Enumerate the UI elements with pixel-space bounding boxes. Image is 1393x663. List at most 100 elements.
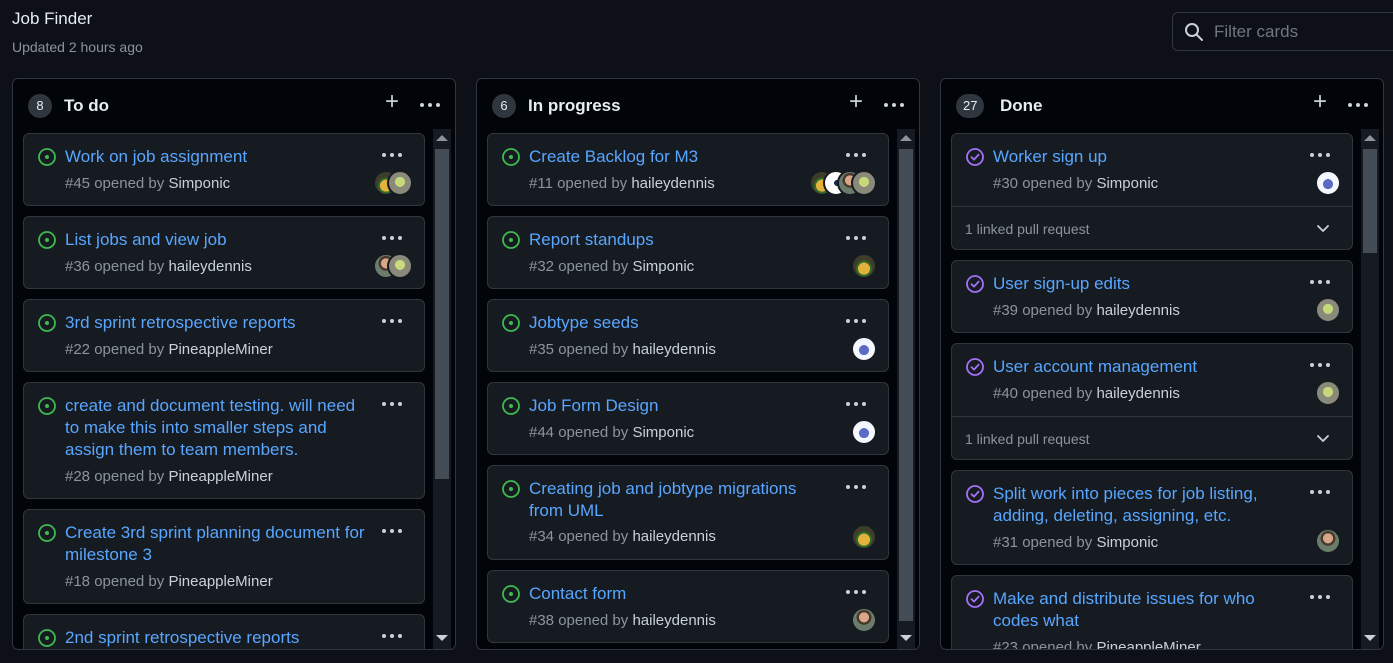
card-title[interactable]: Worker sign up [993,146,1293,168]
card-menu-button[interactable] [844,477,868,497]
author[interactable]: Simponic [168,175,230,192]
card-menu-button[interactable] [380,145,404,165]
card[interactable]: 2nd sprint retrospective reports [23,614,425,649]
closed-issue-icon [966,275,984,293]
card-title[interactable]: Jobtype seeds [529,312,829,334]
card[interactable]: Report standups #32 opened by Simponic [487,216,889,289]
column-scrollbar[interactable] [433,129,451,649]
card[interactable]: Create Backlog for M3 #11 opened by hail… [487,133,889,206]
avatar[interactable] [851,170,877,196]
avatar[interactable] [851,336,877,362]
card-title[interactable]: List jobs and view job [65,229,365,251]
card-menu-button[interactable] [1308,587,1332,607]
card[interactable]: Contact form #38 opened by haileydennis [487,570,889,643]
author[interactable]: PineappleMiner [168,573,272,590]
avatar[interactable] [851,253,877,279]
avatar[interactable] [851,524,877,550]
filter-box[interactable] [1172,12,1393,51]
card-title[interactable]: Make and distribute issues for who codes… [993,588,1293,632]
linked-pull-request[interactable]: 1 linked pull request [952,416,1352,460]
column-scrollbar[interactable] [1361,129,1379,649]
filter-input[interactable] [1214,21,1393,42]
open-issue-icon [38,397,56,415]
avatar[interactable] [387,170,413,196]
card-menu-button[interactable] [844,582,868,602]
add-card-button[interactable]: + [845,90,867,114]
column-scrollbar[interactable] [897,129,915,649]
author[interactable]: PineappleMiner [168,468,272,485]
column-in-progress: 6 In progress + Create Backlog for M3 #1… [476,78,920,650]
card-title[interactable]: Split work into pieces for job listing, … [993,483,1293,527]
card-menu-button[interactable] [844,145,868,165]
author[interactable]: haileydennis [632,528,715,545]
card-title[interactable]: Work on job assignment [65,146,365,168]
avatar[interactable] [851,607,877,633]
card[interactable]: List jobs and view job #36 opened by hai… [23,216,425,289]
author[interactable]: Simponic [1096,175,1158,192]
card-meta: #22 opened by PineappleMiner [65,341,273,358]
card[interactable]: Work on job assignment #45 opened by Sim… [23,133,425,206]
card-menu-button[interactable] [1308,272,1332,292]
card-menu-button[interactable] [1308,145,1332,165]
card-title[interactable]: 2nd sprint retrospective reports [65,627,365,649]
author[interactable]: PineappleMiner [168,341,272,358]
card-menu-button[interactable] [380,521,404,541]
card-title[interactable]: Create Backlog for M3 [529,146,829,168]
card-title[interactable]: User account management [993,356,1293,378]
add-card-button[interactable]: + [381,90,403,114]
card-menu-button[interactable] [1308,355,1332,375]
card-title[interactable]: Job Form Design [529,395,829,417]
avatar[interactable] [1315,170,1341,196]
card-title[interactable]: Create 3rd sprint planning document for … [65,522,365,566]
card[interactable]: Split work into pieces for job listing, … [951,470,1353,565]
avatar[interactable] [1315,380,1341,406]
card-menu-button[interactable] [844,228,868,248]
card[interactable]: Create 3rd sprint planning document for … [23,509,425,604]
card-menu-button[interactable] [380,394,404,414]
author[interactable]: PineappleMiner [1096,639,1200,649]
card[interactable]: User sign-up edits #39 opened by haileyd… [951,260,1353,333]
card-title[interactable]: Contact form [529,583,829,605]
avatar[interactable] [1315,297,1341,323]
avatar[interactable] [1315,528,1341,554]
card-title[interactable]: 3rd sprint retrospective reports [65,312,365,334]
card[interactable]: 3rd sprint retrospective reports #22 ope… [23,299,425,372]
card-title[interactable]: Creating job and jobtype migrations from… [529,478,829,522]
author[interactable]: haileydennis [1096,385,1179,402]
card-title[interactable]: User sign-up edits [993,273,1293,295]
author[interactable]: haileydennis [168,258,251,275]
author[interactable]: haileydennis [1096,302,1179,319]
card[interactable]: User account management #40 opened by ha… [951,343,1353,460]
card-menu-button[interactable] [844,394,868,414]
card[interactable]: Creating job and jobtype migrations from… [487,465,889,560]
chevron-down-icon[interactable] [1316,221,1330,235]
chevron-down-icon[interactable] [1316,431,1330,445]
card[interactable]: Job Form Design #44 opened by Simponic [487,382,889,455]
avatar[interactable] [387,253,413,279]
author[interactable]: Simponic [632,258,694,275]
column-menu-button[interactable] [882,95,906,115]
card[interactable]: Make and distribute issues for who codes… [951,575,1353,649]
card[interactable]: Jobtype seeds #35 opened by haileydennis [487,299,889,372]
card-menu-button[interactable] [380,626,404,646]
assignees [1315,297,1341,323]
author[interactable]: Simponic [632,424,694,441]
add-card-button[interactable]: + [1309,90,1331,114]
author[interactable]: haileydennis [631,175,714,192]
linked-pull-request[interactable]: 1 linked pull request [952,206,1352,250]
author[interactable]: Simponic [1096,534,1158,551]
avatar[interactable] [851,419,877,445]
card-menu-button[interactable] [1308,482,1332,502]
card-menu-button[interactable] [380,311,404,331]
card-title[interactable]: create and document testing. will need t… [65,395,365,461]
author[interactable]: haileydennis [632,612,715,629]
column-menu-button[interactable] [418,95,442,115]
card[interactable]: Worker sign up #30 opened by Simponic 1 … [951,133,1353,250]
column-menu-button[interactable] [1346,95,1370,115]
card-title[interactable]: Report standups [529,229,829,251]
card-menu-button[interactable] [844,311,868,331]
assignees [373,170,413,196]
card-menu-button[interactable] [380,228,404,248]
card[interactable]: create and document testing. will need t… [23,382,425,499]
author[interactable]: haileydennis [632,341,715,358]
